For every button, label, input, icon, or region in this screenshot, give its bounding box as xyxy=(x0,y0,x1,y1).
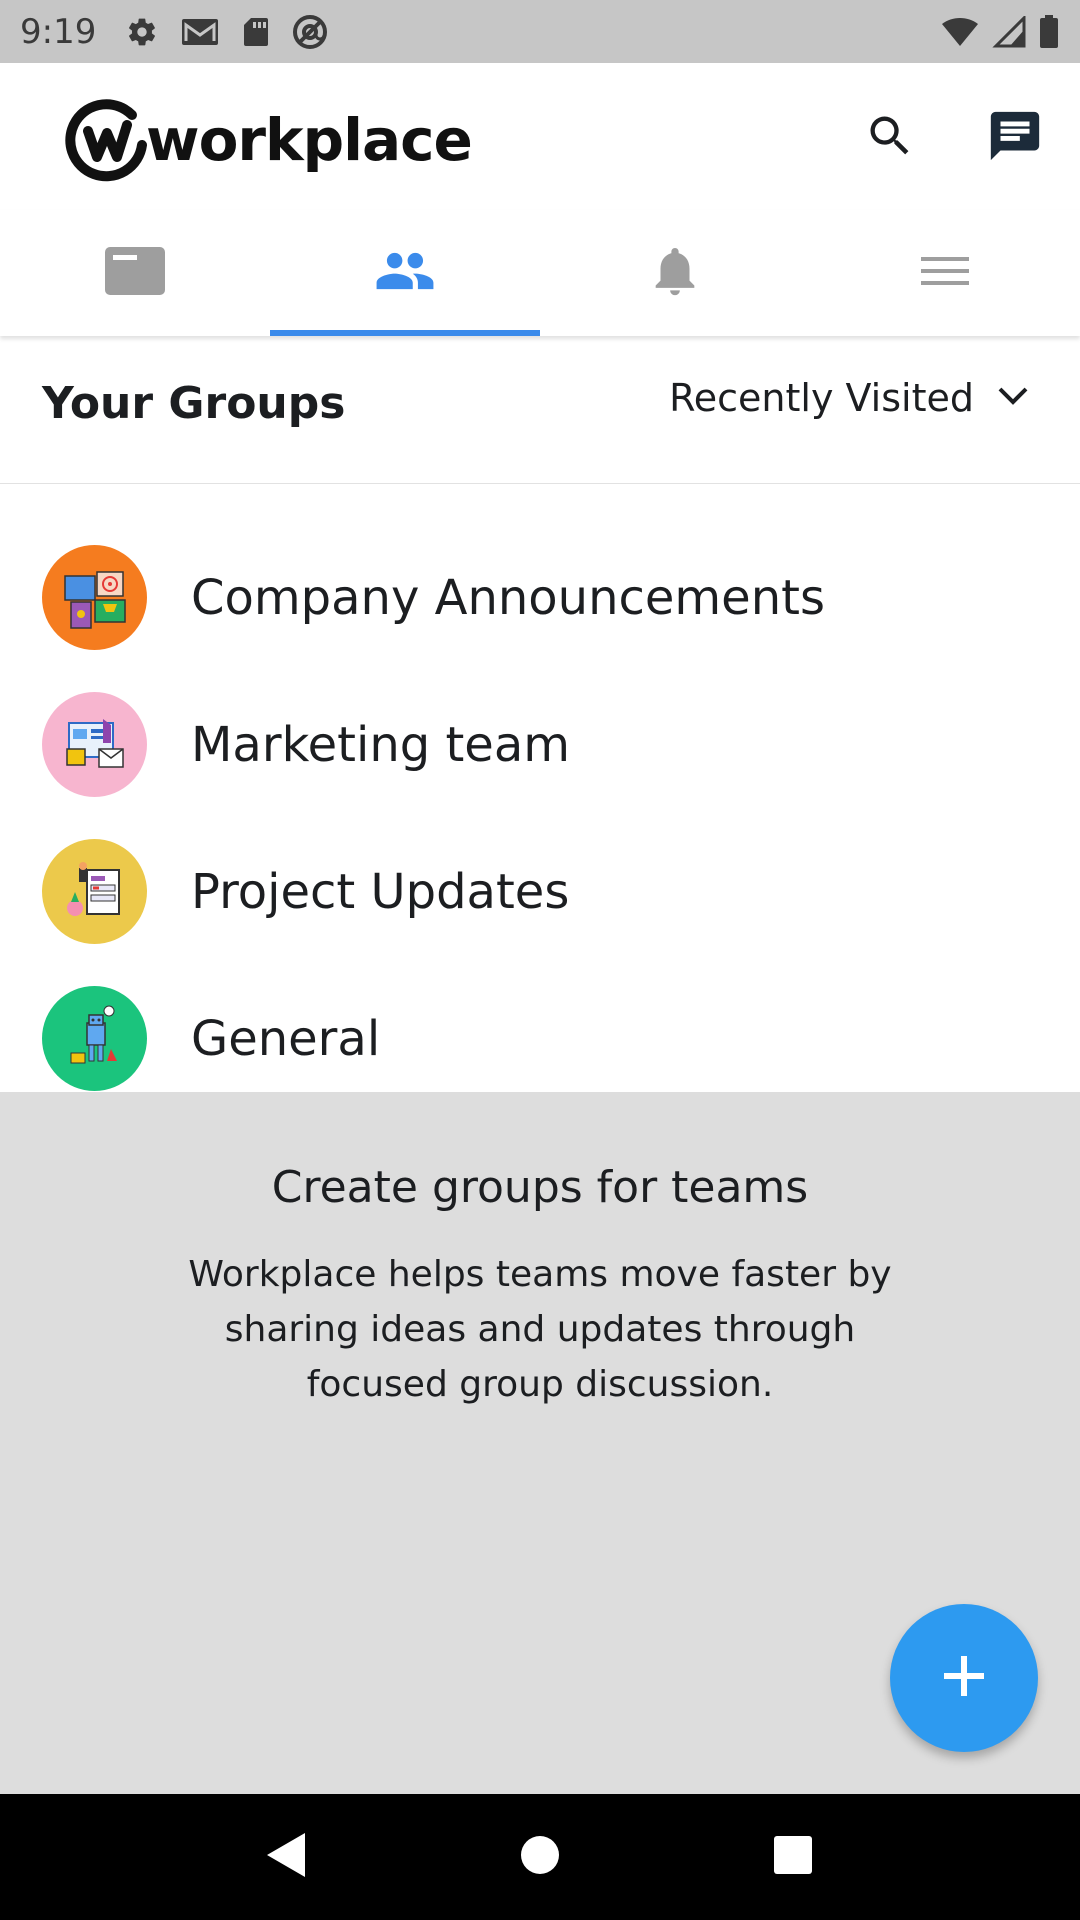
group-item-general[interactable]: General xyxy=(0,965,1080,1112)
group-list: Company Announcements Marketing team Pro… xyxy=(0,484,1080,1092)
main-tabs xyxy=(0,210,1080,336)
tab-news-feed[interactable] xyxy=(0,210,270,336)
group-item-marketing-team[interactable]: Marketing team xyxy=(0,671,1080,818)
workplace-logo-icon xyxy=(62,93,152,187)
promo-body: Workplace helps teams move faster by sha… xyxy=(188,1254,892,1405)
group-name: General xyxy=(191,1010,381,1067)
recents-icon xyxy=(773,1835,813,1879)
group-illustration-icon xyxy=(70,1005,117,1063)
group-name: Company Announcements xyxy=(191,569,825,626)
sort-label: Recently Visited xyxy=(669,376,974,420)
search-icon xyxy=(864,110,916,166)
group-name: Marketing team xyxy=(191,716,571,773)
groups-header: Your Groups Recently Visited xyxy=(0,336,1080,484)
group-avatar xyxy=(42,839,147,944)
page-title: Your Groups xyxy=(42,378,346,429)
status-icons-left xyxy=(126,14,328,50)
tab-notifications[interactable] xyxy=(540,210,810,336)
people-icon xyxy=(374,240,436,306)
group-avatar xyxy=(42,692,147,797)
chat-icon xyxy=(986,107,1044,169)
search-button[interactable] xyxy=(855,103,925,173)
group-avatar xyxy=(42,545,147,650)
wifi-icon xyxy=(940,16,980,48)
chevron-down-icon xyxy=(996,384,1030,412)
status-icons-right xyxy=(940,14,1060,49)
create-group-button[interactable] xyxy=(890,1604,1038,1752)
group-avatar xyxy=(42,986,147,1091)
app-header: workplace xyxy=(0,63,1080,210)
back-icon xyxy=(265,1831,309,1883)
tab-groups[interactable] xyxy=(270,210,540,336)
plus-icon xyxy=(940,1652,988,1704)
home-icon xyxy=(520,1835,560,1879)
system-nav-bar xyxy=(0,1794,1080,1920)
news-feed-icon xyxy=(105,247,165,299)
status-bar: 9:19 xyxy=(0,0,1080,63)
at-sign-icon xyxy=(292,14,328,50)
sort-dropdown[interactable]: Recently Visited xyxy=(669,376,1030,420)
tab-menu[interactable] xyxy=(810,210,1080,336)
group-illustration-icon xyxy=(65,718,124,768)
status-time: 9:19 xyxy=(20,11,97,52)
bell-icon xyxy=(646,242,704,304)
workplace-logo: workplace xyxy=(62,93,473,187)
home-button[interactable] xyxy=(500,1817,580,1897)
hamburger-menu-icon xyxy=(919,251,971,295)
chat-button[interactable] xyxy=(980,103,1050,173)
sd-card-icon xyxy=(242,16,270,48)
back-button[interactable] xyxy=(247,1817,327,1897)
signal-icon xyxy=(992,15,1026,48)
gear-icon xyxy=(126,16,158,48)
promo-title: Create groups for teams xyxy=(271,1162,809,1213)
app-name: workplace xyxy=(146,106,473,174)
battery-icon xyxy=(1038,14,1060,49)
group-name: Project Updates xyxy=(191,863,570,920)
group-illustration-icon xyxy=(63,570,126,629)
group-illustration-icon xyxy=(66,861,120,916)
group-item-company-announcements[interactable]: Company Announcements xyxy=(0,524,1080,671)
gmail-icon xyxy=(180,16,220,48)
recents-button[interactable] xyxy=(753,1817,833,1897)
group-item-project-updates[interactable]: Project Updates xyxy=(0,818,1080,965)
